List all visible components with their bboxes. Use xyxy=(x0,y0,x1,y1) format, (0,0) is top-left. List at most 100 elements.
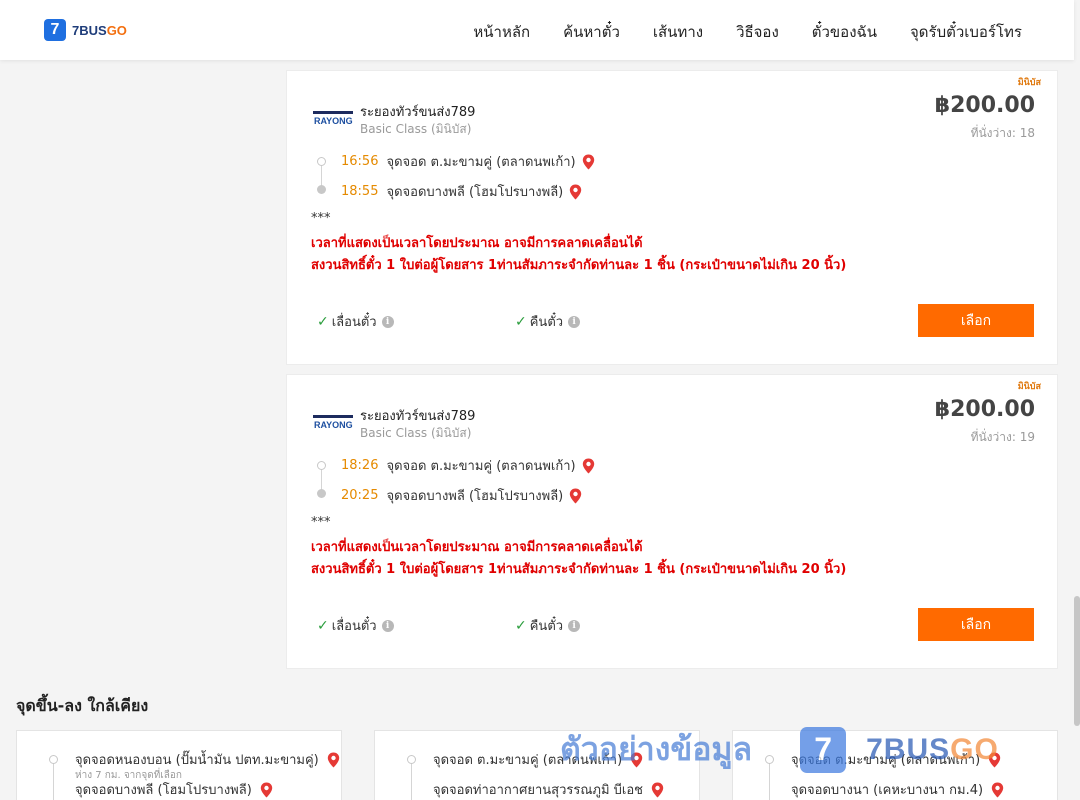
svg-text:RAYONG: RAYONG xyxy=(314,116,353,126)
ticket-price: ฿200.00 xyxy=(934,397,1035,422)
seats-available: ที่นั่งว่าง: 18 xyxy=(970,126,1035,140)
bus-type-tag: มินิบัส xyxy=(1017,78,1041,88)
operator-name: ระยองทัวร์ขนส่ง789 xyxy=(360,409,476,424)
luggage-notice: สงวนสิทธิ์ตั๋ว 1 ใบต่อผู้โดยสาร 1ท่านสัม… xyxy=(311,562,847,577)
map-pin-icon[interactable] xyxy=(569,184,582,200)
nav-how-to-book[interactable]: วิธีจอง xyxy=(736,20,779,44)
map-pin-icon[interactable] xyxy=(582,154,595,170)
info-icon[interactable]: i xyxy=(568,315,581,328)
logo-text-main: 7BUS xyxy=(72,22,107,38)
departure-place: จุดจอด ต.มะขามคู่ (ตลาดนพเก้า) xyxy=(386,155,576,170)
nearby-from-place: จุดจอด ต.มะขามคู่ (ตลาดนพเก้า) xyxy=(433,753,623,768)
map-pin-icon[interactable] xyxy=(630,752,643,768)
top-header: 7 7BUSGO หน้าหลัก ค้นหาตั๋ว เส้นทาง วิธี… xyxy=(0,0,1074,60)
departure-dot xyxy=(317,157,326,166)
map-pin-icon[interactable] xyxy=(569,488,582,504)
nav-my-tickets[interactable]: ตั๋วของฉัน xyxy=(812,20,877,44)
departure-stop: 18:26 จุดจอด ต.มะขามคู่ (ตลาดนพเก้า) xyxy=(341,455,595,476)
select-trip-button[interactable]: เลือก xyxy=(918,608,1034,641)
check-icon: ✓ xyxy=(317,313,329,330)
map-pin-icon[interactable] xyxy=(988,752,1001,768)
check-icon: ✓ xyxy=(317,617,329,634)
operator-logo: RAYONG xyxy=(313,111,353,126)
departure-stop: 16:56 จุดจอด ต.มะขามคู่ (ตลาดนพเก้า) xyxy=(341,151,595,172)
nearby-stops-title: จุดขึ้น-ลง ใกล้เคียง xyxy=(16,696,149,715)
scrollbar-thumb[interactable] xyxy=(1074,596,1080,726)
check-icon: ✓ xyxy=(515,313,527,330)
nearby-stop-card[interactable]: จุดจอดหนองบอน (ปั๊มน้ำมัน ปตท.มะขามคู่) … xyxy=(16,730,342,800)
feature-label: เลื่อนตั๋ว xyxy=(331,315,377,330)
time-notice: เวลาที่แสดงเป็นเวลาโดยประมาณ อาจมีการคลา… xyxy=(311,236,643,251)
nearby-from: จุดจอด ต.มะขามคู่ (ตลาดนพเก้า) xyxy=(791,749,1001,770)
arrival-stop: 20:25 จุดจอดบางพลี (โฮมโปรบางพลี) xyxy=(341,485,582,506)
departure-time: 16:56 xyxy=(341,154,379,169)
operator-name: ระยองทัวร์ขนส่ง789 xyxy=(360,105,476,120)
nearby-to-place: จุดจอดบางนา (เคหะบางนา กม.4) xyxy=(791,783,984,798)
map-pin-icon[interactable] xyxy=(260,782,273,798)
nav-routes[interactable]: เส้นทาง xyxy=(653,20,703,44)
main-nav: หน้าหลัก ค้นหาตั๋ว เส้นทาง วิธีจอง ตั๋วข… xyxy=(473,20,1022,44)
arrival-place: จุดจอดบางพลี (โฮมโปรบางพลี) xyxy=(386,185,564,200)
route-line xyxy=(411,759,412,800)
nearby-to-place: จุดจอดท่าอากาศยานสุวรรณภูมิ บีเอช xyxy=(433,783,643,798)
map-pin-icon[interactable] xyxy=(582,458,595,474)
nearby-from-place: จุดจอด ต.มะขามคู่ (ตลาดนพเก้า) xyxy=(791,753,981,768)
feature-reschedule: ✓ เลื่อนตั๋ว i xyxy=(317,311,394,332)
nearby-from: จุดจอด ต.มะขามคู่ (ตลาดนพเก้า) xyxy=(433,749,643,770)
feature-label: คืนตั๋ว xyxy=(529,315,564,330)
nearby-to: จุดจอดท่าอากาศยานสุวรรณภูมิ บีเอช xyxy=(433,779,664,800)
map-pin-icon[interactable] xyxy=(327,752,340,768)
bus-class: Basic Class (มินิบัส) xyxy=(360,426,472,440)
logo-text: 7BUSGO xyxy=(72,23,127,38)
departure-dot xyxy=(49,755,58,764)
arrival-time: 20:25 xyxy=(341,488,379,503)
departure-dot xyxy=(317,461,326,470)
feature-reschedule: ✓ เลื่อนตั๋ว i xyxy=(317,615,394,636)
nav-home[interactable]: หน้าหลัก xyxy=(473,20,530,44)
map-pin-icon[interactable] xyxy=(991,782,1004,798)
trip-card: มินิบัส RAYONG ระยองทัวร์ขนส่ง789 Basic … xyxy=(286,374,1058,669)
nav-search-tickets[interactable]: ค้นหาตั๋ว xyxy=(563,20,620,44)
luggage-notice: สงวนสิทธิ์ตั๋ว 1 ใบต่อผู้โดยสาร 1ท่านสัม… xyxy=(311,258,847,273)
bus-class: Basic Class (มินิบัส) xyxy=(360,122,472,136)
nearby-stop-card[interactable]: จุดจอด ต.มะขามคู่ (ตลาดนพเก้า) จุดจอดบาง… xyxy=(732,730,1058,800)
nearby-to-place: จุดจอดบางพลี (โฮมโปรบางพลี) xyxy=(75,783,252,798)
ticket-price: ฿200.00 xyxy=(934,93,1035,118)
departure-dot xyxy=(407,755,416,764)
map-pin-icon[interactable] xyxy=(651,782,664,798)
nearby-from-place: จุดจอดหนองบอน (ปั๊มน้ำมัน ปตท.มะขามคู่) xyxy=(75,753,319,768)
arrival-dot xyxy=(317,489,326,498)
svg-text:RAYONG: RAYONG xyxy=(314,420,353,430)
arrival-dot xyxy=(317,185,326,194)
info-icon[interactable]: i xyxy=(381,619,394,632)
logo-text-accent: GO xyxy=(106,22,127,38)
nearby-stop-card[interactable]: จุดจอด ต.มะขามคู่ (ตลาดนพเก้า) จุดจอดท่า… xyxy=(374,730,700,800)
nav-pickup-points[interactable]: จุดรับตั๋วเบอร์โทร xyxy=(910,20,1022,44)
time-notice: เวลาที่แสดงเป็นเวลาโดยประมาณ อาจมีการคลา… xyxy=(311,540,643,555)
route-line xyxy=(53,759,54,800)
note-marker: *** xyxy=(311,515,331,530)
note-marker: *** xyxy=(311,211,331,226)
check-icon: ✓ xyxy=(515,617,527,634)
arrival-time: 18:55 xyxy=(341,184,379,199)
departure-time: 18:26 xyxy=(341,458,379,473)
select-trip-button[interactable]: เลือก xyxy=(918,304,1034,337)
nearby-from: จุดจอดหนองบอน (ปั๊มน้ำมัน ปตท.มะขามคู่) xyxy=(75,749,340,770)
nearby-to: จุดจอดบางนา (เคหะบางนา กม.4) xyxy=(791,779,1004,800)
info-icon[interactable]: i xyxy=(381,315,394,328)
brand-logo[interactable]: 7 7BUSGO xyxy=(44,19,127,41)
operator-logo: RAYONG xyxy=(313,415,353,430)
seats-available: ที่นั่งว่าง: 19 xyxy=(970,430,1035,444)
feature-label: คืนตั๋ว xyxy=(529,619,564,634)
logo-badge: 7 xyxy=(44,19,66,41)
bus-type-tag: มินิบัส xyxy=(1017,382,1041,392)
route-line xyxy=(769,759,770,800)
feature-label: เลื่อนตั๋ว xyxy=(331,619,377,634)
arrival-place: จุดจอดบางพลี (โฮมโปรบางพลี) xyxy=(386,489,564,504)
arrival-stop: 18:55 จุดจอดบางพลี (โฮมโปรบางพลี) xyxy=(341,181,582,202)
feature-refund: ✓ คืนตั๋ว i xyxy=(515,615,581,636)
nearby-to: จุดจอดบางพลี (โฮมโปรบางพลี) xyxy=(75,779,273,800)
departure-place: จุดจอด ต.มะขามคู่ (ตลาดนพเก้า) xyxy=(386,459,576,474)
info-icon[interactable]: i xyxy=(568,619,581,632)
departure-dot xyxy=(765,755,774,764)
